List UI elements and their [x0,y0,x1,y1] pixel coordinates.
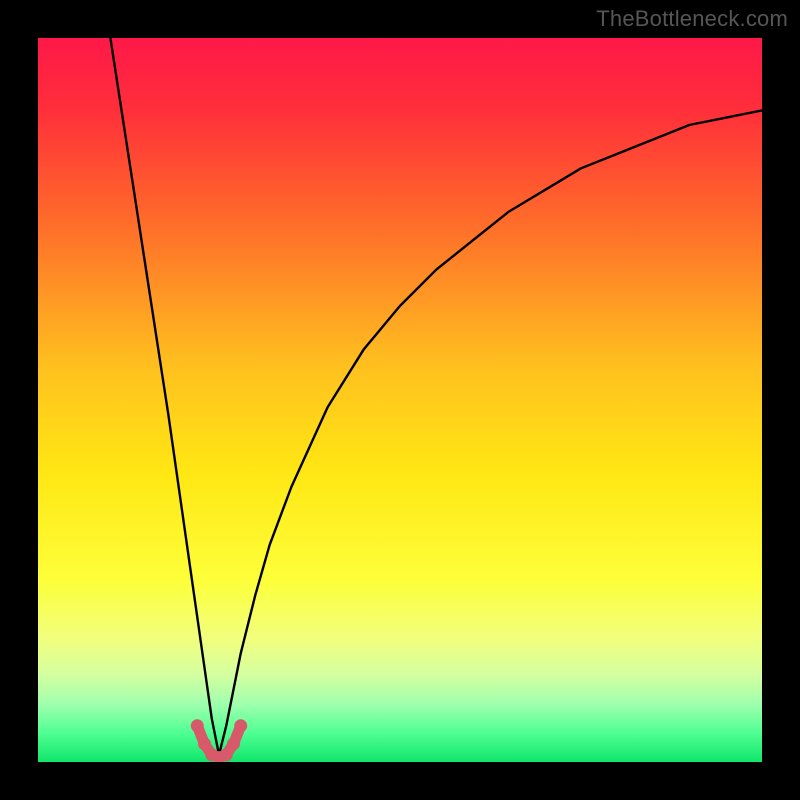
chart-background-gradient [38,38,762,762]
chart-frame: TheBottleneck.com [0,0,800,800]
chart-svg [38,38,762,762]
watermark-text: TheBottleneck.com [596,6,788,32]
chart-plot-area [38,38,762,762]
